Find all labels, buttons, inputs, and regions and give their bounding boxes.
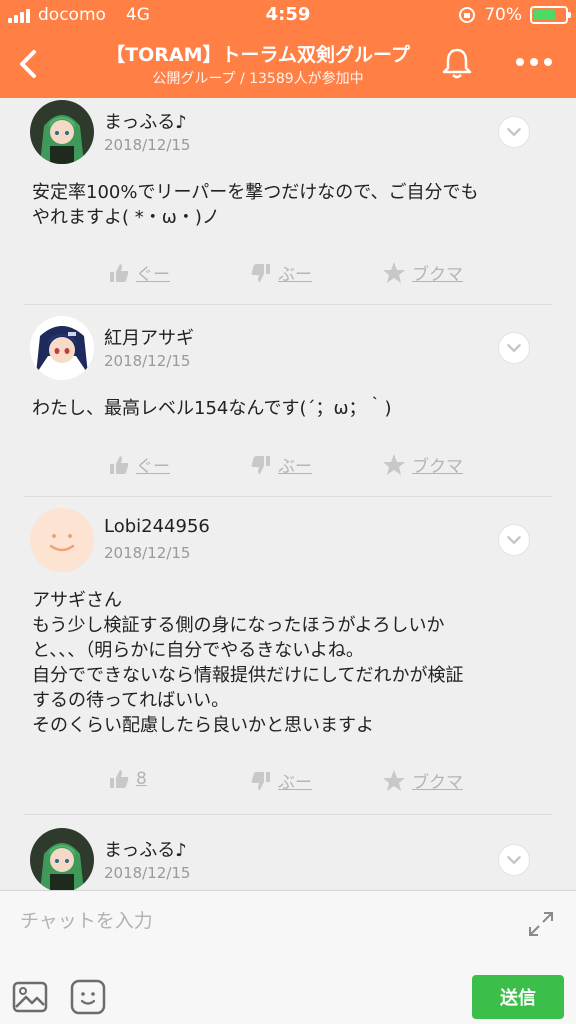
like-button[interactable]: 8 [108,768,147,790]
star-icon [383,453,405,475]
like-label: ぐー [136,265,170,285]
chat-feed[interactable]: まっふる♪ 2018/12/15 安定率100%でリーパーを撃つだけなので、ご自… [0,98,576,891]
dislike-label: ぶー [278,265,312,285]
post-line: と、、、（明らかに自分でやるきないよね。 [32,640,364,661]
avatar[interactable] [30,508,94,572]
post-line: わたし、最高レベル154なんです(´；ω；｀) [32,398,392,419]
post-line: アサギさん [32,590,122,611]
group-header: 【TORAM】トーラム双剣グループ 公開グループ / 13589人が参加中 [0,30,576,98]
post-actions: 8 ぶー ブクマ [24,768,552,798]
battery-icon [530,6,571,24]
bell-icon[interactable] [438,44,476,82]
post-line: そのくらい配慮したら良いかと思いますよ [32,715,374,736]
bookmark-label: ブクマ [412,265,463,285]
post-body: 安定率100%でリーパーを撃つだけなので、ご自分でも やれますよ( *・ω・)ノ [32,180,542,230]
stamp-icon[interactable] [70,979,106,1015]
like-button[interactable]: ぐー [108,452,170,477]
bookmark-label: ブクマ [412,773,463,793]
dislike-label: ぶー [278,457,312,477]
star-icon [383,261,405,283]
group-title: 【TORAM】トーラム双剣グループ [106,44,410,66]
thumbs-up-icon [110,770,129,788]
post-line: やれますよ( *・ω・)ノ [32,207,220,228]
thumbs-down-icon [251,771,270,790]
post-author: 紅月アサギ [104,328,194,349]
divider [24,496,552,497]
post-body: アサギさん もう少し検証する側の身になったほうがよろしいか と、、、（明らかに自… [32,588,542,738]
avatar[interactable] [30,316,94,380]
bookmark-button[interactable]: ブクマ [382,260,463,285]
chat-input-bar: 送信 [0,890,576,1024]
dislike-button[interactable]: ぶー [250,768,312,793]
image-icon[interactable] [12,979,48,1015]
like-label: ぐー [136,457,170,477]
bookmark-button[interactable]: ブクマ [382,452,463,477]
chevron-down-icon[interactable] [498,844,530,876]
post-line: するの待ってればいい。 [32,690,230,711]
orientation-lock-icon [459,7,476,23]
bookmark-label: ブクマ [412,457,463,477]
chat-input[interactable] [20,905,500,937]
more-options-icon[interactable] [512,50,556,74]
post-date: 2018/12/15 [104,864,191,882]
post-date: 2018/12/15 [104,136,191,154]
status-bar: docomo 4G 4:59 70% [0,0,576,30]
post-author: まっふる♪ [104,840,187,861]
dislike-label: ぶー [278,773,312,793]
thumbs-up-icon [110,263,129,282]
like-button[interactable]: ぐー [108,260,170,285]
expand-icon[interactable] [526,909,556,939]
post-actions: ぐー ぶー ブクマ [24,260,552,290]
post-actions: ぐー ぶー ブクマ [24,452,552,482]
chevron-down-icon[interactable] [498,116,530,148]
post-line: もう少し検証する側の身になったほうがよろしいか [32,615,445,636]
thumbs-down-icon [251,455,270,474]
chevron-down-icon[interactable] [498,332,530,364]
post-author: Lobi244956 [104,516,210,537]
star-icon [383,769,405,791]
thumbs-down-icon [251,263,270,282]
avatar[interactable] [30,100,94,164]
battery-percent: 70% [484,5,522,25]
avatar[interactable] [30,828,94,891]
post-line: 安定率100%でリーパーを撃つだけなので、ご自分でも [32,182,479,203]
divider [24,814,552,815]
like-count: 8 [136,769,147,789]
back-arrow-icon[interactable] [10,44,50,84]
thumbs-up-icon [110,455,129,474]
send-button[interactable]: 送信 [472,975,564,1019]
dislike-button[interactable]: ぶー [250,452,312,477]
post-date: 2018/12/15 [104,352,191,370]
post-line: 自分でできないなら情報提供だけにしてだれかが検証 [32,665,464,686]
divider [24,304,552,305]
dislike-button[interactable]: ぶー [250,260,312,285]
bookmark-button[interactable]: ブクマ [382,768,463,793]
group-subtitle: 公開グループ / 13589人が参加中 [152,71,364,87]
post-date: 2018/12/15 [104,544,191,562]
post-author: まっふる♪ [104,112,187,133]
chevron-down-icon[interactable] [498,524,530,556]
post-body: わたし、最高レベル154なんです(´；ω；｀) [32,396,542,421]
